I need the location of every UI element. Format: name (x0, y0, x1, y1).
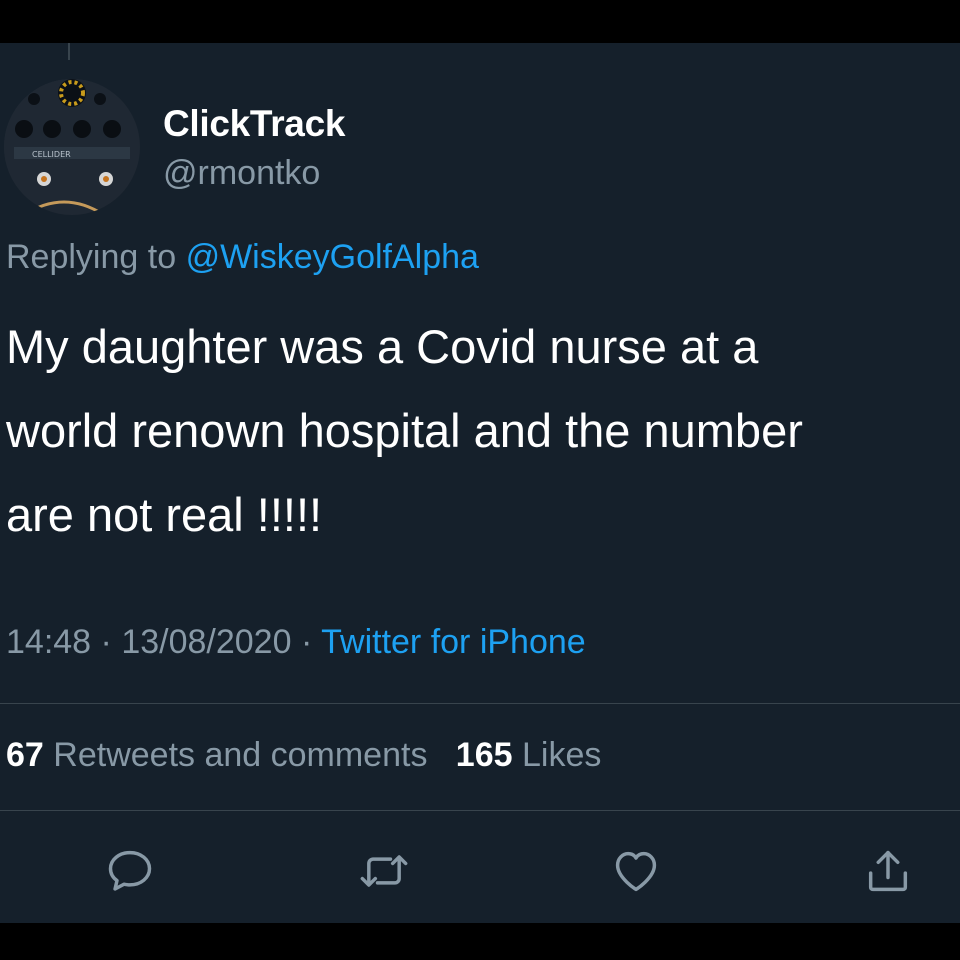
likes-label: Likes (521, 736, 602, 774)
reply-mention-link[interactable]: @WiskeyGolfAlpha (186, 238, 479, 276)
tweet-date: 13/08/2020 (121, 623, 292, 661)
like-button[interactable] (608, 843, 664, 899)
tweet-text: My daughter was a Covid nurse at a world… (6, 305, 960, 557)
author-name[interactable]: ClickTrack (163, 103, 345, 145)
retweets-count: 67 (6, 736, 44, 774)
tweet-time: 14:48 (6, 623, 92, 661)
divider (0, 810, 960, 811)
author-handle[interactable]: @rmontko (163, 154, 320, 193)
reply-icon (108, 850, 152, 891)
tweet-text-line: are not real !!!!! (6, 488, 323, 541)
retweets-stat[interactable]: 67 Retweets and comments (6, 736, 427, 774)
share-button[interactable] (860, 843, 916, 899)
reply-button[interactable] (102, 843, 158, 899)
replying-to: Replying to @WiskeyGolfAlpha (6, 238, 479, 277)
likes-count: 165 (455, 736, 513, 774)
retweets-label: Retweets and comments (53, 736, 428, 774)
heart-icon (615, 851, 657, 892)
avatar-brand-text: CELLIDER (32, 150, 71, 159)
avatar[interactable]: CELLIDER (4, 79, 140, 215)
tweet-metadata: 14:48 · 13/08/2020 · Twitter for iPhone (6, 623, 586, 662)
thread-connector-line (68, 43, 70, 60)
retweet-button[interactable] (356, 843, 412, 899)
tweet-text-line: world renown hospital and the number (6, 404, 803, 457)
likes-stat[interactable]: 165 Likes (456, 736, 602, 774)
replying-to-label: Replying to (6, 238, 177, 276)
tweet-source-link[interactable]: Twitter for iPhone (321, 623, 586, 661)
meta-separator: · (100, 623, 112, 661)
avatar-pedal-image: CELLIDER (4, 79, 140, 215)
share-icon (868, 850, 908, 892)
tweet-card: CELLIDER ClickTrack @rmontko Replying to… (0, 43, 960, 923)
meta-separator: · (300, 623, 313, 661)
divider (0, 703, 960, 704)
tweet-text-line: My daughter was a Covid nurse at a (6, 320, 759, 373)
engagement-stats: 67 Retweets and comments 165 Likes (6, 736, 601, 775)
retweet-icon (360, 855, 408, 887)
